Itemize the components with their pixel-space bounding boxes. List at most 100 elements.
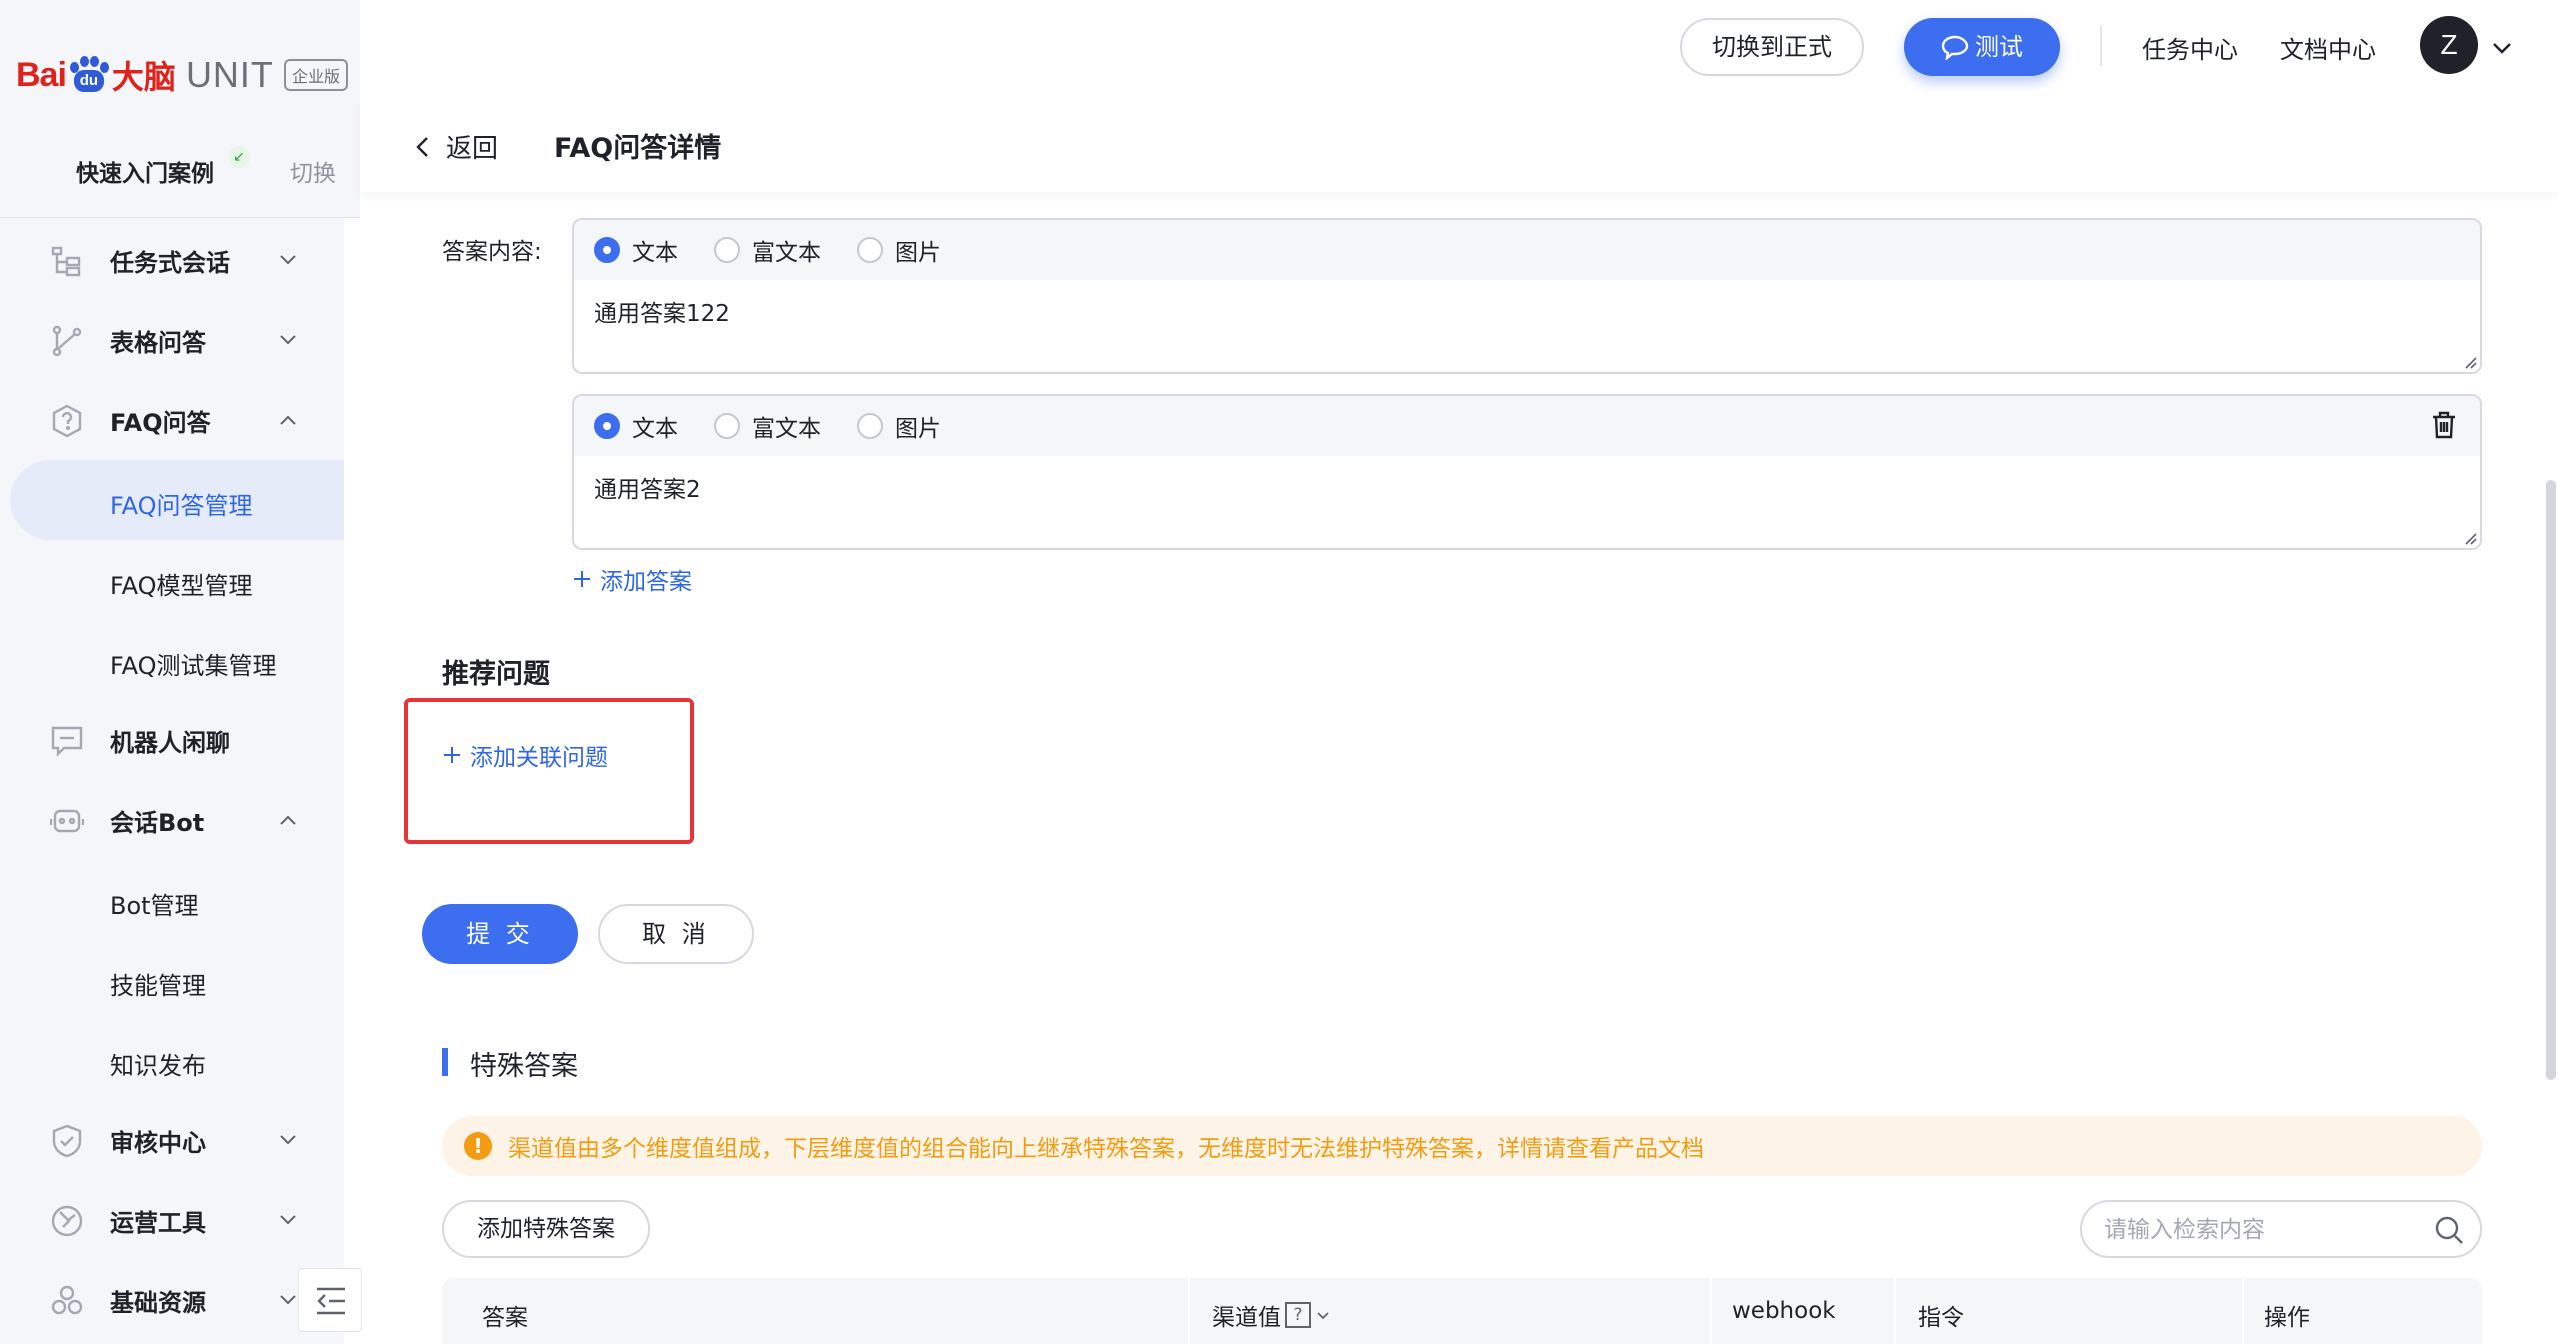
- radio-dot: [857, 413, 883, 439]
- radio-label: 富文本: [752, 416, 821, 442]
- page-scrollbar[interactable]: [2546, 480, 2556, 1080]
- current-case: 快速入门案例 ↙ 切换: [0, 146, 344, 194]
- column-label: 渠道值: [1212, 1305, 1281, 1331]
- section-accent-bar: [442, 1048, 448, 1076]
- sidebar-header: Bai du 大脑 UNIT 企业版 快速入门案例 ↙ 切换: [0, 0, 360, 218]
- radio-text[interactable]: 文本: [594, 233, 678, 267]
- sidebar-item-faq-testset[interactable]: FAQ测试集管理: [0, 620, 344, 700]
- radio-image[interactable]: 图片: [857, 233, 941, 267]
- search-input[interactable]: [2104, 1214, 2424, 1246]
- add-answer-button[interactable]: 添加答案: [572, 562, 692, 596]
- radio-image[interactable]: 图片: [857, 409, 941, 443]
- logo-brain-text: 大脑: [111, 58, 176, 96]
- sidebar-sub-label: FAQ模型管理: [110, 572, 253, 600]
- chat-bubble-icon: [1941, 35, 1969, 61]
- back-button[interactable]: 返回: [414, 128, 498, 165]
- radio-rich-text[interactable]: 富文本: [714, 233, 821, 267]
- sidebar-item-label: 会话Bot: [110, 808, 205, 837]
- help-icon[interactable]: ?: [1285, 1302, 1311, 1328]
- logo-bai-text: Bai: [16, 55, 67, 94]
- sidebar-item-label: FAQ问答: [110, 408, 211, 437]
- column-label: 指令: [1918, 1305, 1964, 1331]
- back-label: 返回: [446, 134, 499, 164]
- radio-label: 图片: [895, 416, 941, 442]
- column-label: 操作: [2264, 1305, 2310, 1331]
- sidebar-item-table-qa[interactable]: 表格问答: [0, 300, 344, 380]
- column-label: 答案: [482, 1305, 528, 1331]
- submit-button[interactable]: 提 交: [422, 904, 578, 964]
- sidebar-item-label: 审核中心: [110, 1128, 206, 1157]
- page-header: 返回 FAQ问答详情: [360, 100, 2558, 192]
- sidebar-item-label: 任务式会话: [110, 248, 230, 277]
- collapse-sidebar-button[interactable]: [298, 1268, 362, 1332]
- chat-icon: [51, 726, 83, 757]
- logo-unit-text: UNIT: [185, 54, 274, 95]
- warning-icon: !: [464, 1132, 492, 1160]
- radio-dot: [857, 237, 883, 263]
- answer-textarea[interactable]: 通用答案122: [594, 294, 730, 328]
- trash-icon[interactable]: [2430, 410, 2458, 440]
- column-label: webhook: [1732, 1298, 1836, 1324]
- sidebar-item-label: 机器人闲聊: [110, 728, 230, 757]
- chevron-down-icon: [280, 255, 296, 265]
- chevron-down-icon: [280, 1135, 296, 1145]
- column-header-channel[interactable]: 渠道值 ?: [1212, 1298, 1331, 1332]
- case-name: 快速入门案例: [76, 161, 214, 187]
- column-divider: [1894, 1278, 1896, 1344]
- resize-handle-icon[interactable]: [2462, 354, 2478, 370]
- task-center-link[interactable]: 任务中心: [2142, 30, 2238, 65]
- sidebar-sub-label: Bot管理: [110, 892, 199, 920]
- radio-rich-text[interactable]: 富文本: [714, 409, 821, 443]
- case-switch-button[interactable]: 切换: [290, 154, 336, 188]
- avatar[interactable]: Z: [2420, 16, 2478, 74]
- sidebar-item-knowledge-publish[interactable]: 知识发布: [0, 1020, 344, 1100]
- header-divider: [2100, 26, 2102, 66]
- column-header-command: 指令: [1918, 1298, 1964, 1332]
- column-header-answer: 答案: [482, 1298, 528, 1332]
- sidebar-item-faq[interactable]: FAQ问答: [0, 380, 344, 460]
- sidebar-item-chitchat[interactable]: 机器人闲聊: [0, 700, 344, 780]
- radio-label: 图片: [895, 240, 941, 266]
- sidebar-item-faq-management[interactable]: FAQ问答管理: [10, 460, 344, 540]
- sidebar: Bai du 大脑 UNIT 企业版 快速入门案例 ↙ 切换 任务式会话 表格问…: [0, 0, 362, 1344]
- column-divider: [1710, 1278, 1712, 1344]
- chevron-down-icon: [280, 1295, 296, 1305]
- sidebar-item-faq-model[interactable]: FAQ模型管理: [0, 540, 344, 620]
- resize-handle-icon[interactable]: [2462, 530, 2478, 546]
- sidebar-item-label: 基础资源: [110, 1288, 206, 1317]
- radio-text[interactable]: 文本: [594, 409, 678, 443]
- doc-center-link[interactable]: 文档中心: [2280, 30, 2376, 65]
- answer-textarea[interactable]: 通用答案2: [594, 470, 701, 504]
- chevron-down-icon[interactable]: [1315, 1307, 1331, 1323]
- baidu-unit-logo[interactable]: Bai du 大脑 UNIT 企业版: [16, 52, 348, 98]
- switch-to-formal-button[interactable]: 切换到正式: [1680, 18, 1864, 76]
- bot-icon: [50, 809, 84, 833]
- radio-dot: [594, 237, 620, 263]
- column-divider: [2242, 1278, 2244, 1344]
- radio-label: 文本: [632, 416, 678, 442]
- sidebar-item-review[interactable]: 审核中心: [0, 1100, 344, 1180]
- sidebar-item-base-resources[interactable]: 基础资源: [0, 1260, 344, 1340]
- cancel-button[interactable]: 取 消: [598, 904, 754, 964]
- answer-content-label: 答案内容:: [442, 239, 542, 265]
- edition-badge: 企业版: [283, 59, 348, 91]
- test-button[interactable]: 测试: [1904, 18, 2060, 76]
- sidebar-item-bot-management[interactable]: Bot管理: [0, 860, 344, 940]
- answer-type-radios: 文本 富文本 图片: [574, 396, 2480, 456]
- add-related-label: 添加关联问题: [470, 745, 608, 771]
- sidebar-item-task-dialog[interactable]: 任务式会话: [0, 220, 344, 300]
- chevron-down-icon[interactable]: [2490, 36, 2514, 60]
- sidebar-item-ops-tools[interactable]: 运营工具: [0, 1180, 344, 1260]
- flow-icon: [51, 246, 81, 277]
- search-icon[interactable]: [2434, 1215, 2464, 1245]
- shield-check-icon: [52, 1124, 82, 1158]
- sidebar-nav: 任务式会话 表格问答 FAQ问答 FAQ问答管理 FAQ模型管理 FAQ测试集管…: [0, 220, 344, 1340]
- add-related-question-button[interactable]: 添加关联问题: [442, 738, 608, 772]
- top-header: 切换到正式 测试 任务中心 文档中心 Z: [360, 0, 2558, 94]
- answer-editor: 文本 富文本 图片 通用答案122: [572, 218, 2482, 374]
- logo-du-text: du: [73, 70, 104, 92]
- add-special-answer-button[interactable]: 添加特殊答案: [442, 1200, 650, 1258]
- answer-editor: 文本 富文本 图片 通用答案2: [572, 394, 2482, 550]
- sidebar-item-bot[interactable]: 会话Bot: [0, 780, 344, 860]
- sidebar-item-skill-management[interactable]: 技能管理: [0, 940, 344, 1020]
